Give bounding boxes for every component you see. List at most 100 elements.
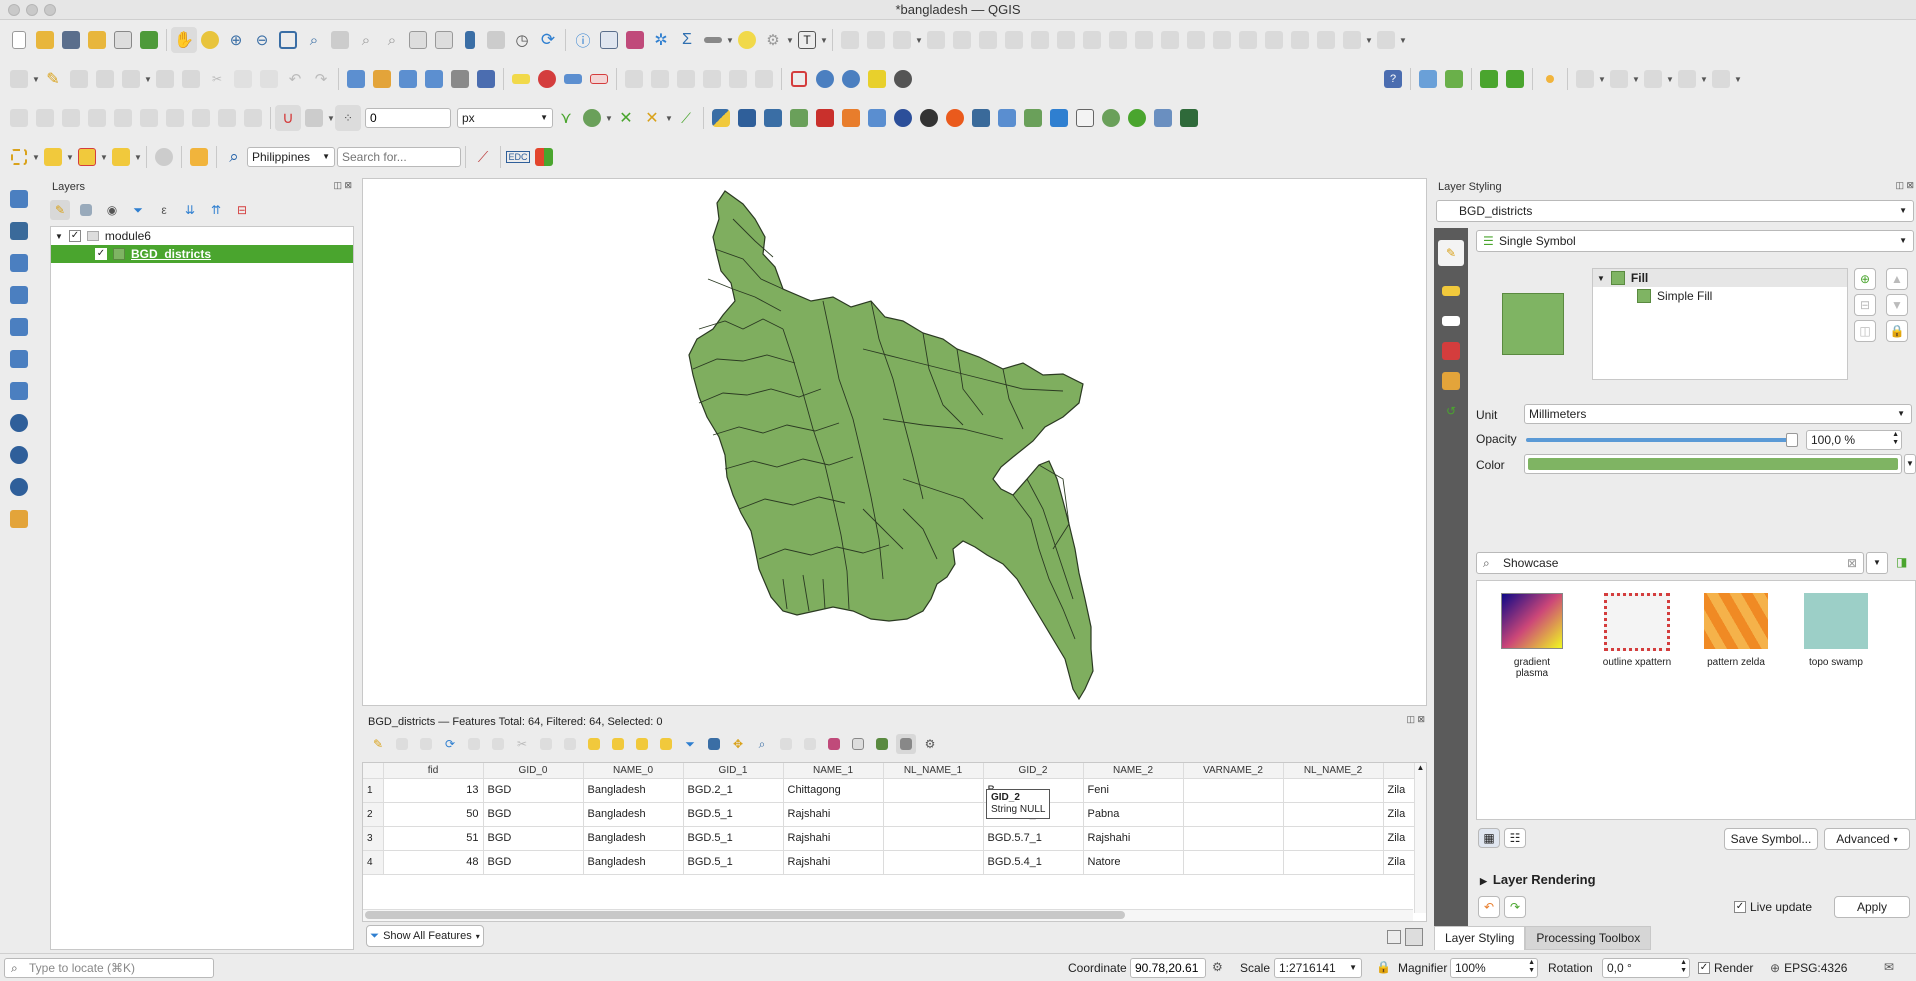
remove-symbol-layer-button[interactable]: ⊟ bbox=[1854, 294, 1876, 316]
locator-search-icon[interactable]: ⌕ bbox=[221, 144, 247, 170]
filter-expression-icon[interactable]: ε bbox=[154, 200, 174, 220]
add-delimited-layer-icon[interactable] bbox=[395, 66, 421, 92]
profile-tool-icon[interactable]: ⟋ bbox=[470, 144, 496, 170]
map-tips-icon[interactable] bbox=[734, 27, 760, 53]
add-spatialite-icon[interactable] bbox=[6, 346, 32, 372]
adv-digitize-3-icon[interactable] bbox=[58, 105, 84, 131]
form-view-icon[interactable] bbox=[1387, 930, 1401, 944]
table-cell[interactable] bbox=[883, 850, 984, 875]
digitize-tool-16-icon[interactable] bbox=[1235, 27, 1261, 53]
digitize-tool-2-icon[interactable] bbox=[863, 27, 889, 53]
paste-table-icon[interactable] bbox=[560, 734, 580, 754]
open-project-icon[interactable] bbox=[32, 27, 58, 53]
digitize-tool-18-icon[interactable] bbox=[1287, 27, 1313, 53]
multi-edit-icon[interactable] bbox=[392, 734, 412, 754]
snap-type-icon[interactable]: ⁘ bbox=[335, 105, 361, 131]
add-mesh-icon[interactable] bbox=[6, 250, 32, 276]
live-update-checkbox[interactable]: ✓ Live update bbox=[1734, 900, 1812, 914]
style-search-input[interactable]: ⌕ Showcase ⊠ bbox=[1476, 552, 1864, 574]
fill-tree-row[interactable]: ▼ Fill bbox=[1593, 269, 1847, 287]
plugin-11-icon[interactable] bbox=[1020, 105, 1046, 131]
table-cell[interactable] bbox=[1283, 778, 1384, 803]
attribute-table-icon[interactable] bbox=[596, 27, 622, 53]
new-3d-view-icon[interactable] bbox=[431, 27, 457, 53]
plugin-ref-icon[interactable] bbox=[942, 105, 968, 131]
table-cell[interactable] bbox=[1283, 802, 1384, 827]
renderer-select[interactable]: ☰ Single Symbol ▼ bbox=[1476, 230, 1914, 252]
digitize-tool-1-icon[interactable] bbox=[837, 27, 863, 53]
clear-search-icon[interactable]: ⊠ bbox=[1847, 553, 1857, 573]
labels-tab-icon[interactable] bbox=[1438, 278, 1464, 304]
table-cell[interactable]: BGD bbox=[483, 802, 584, 827]
zoom-to-selected-icon[interactable]: ⌕ bbox=[752, 734, 772, 754]
digitize-tool-17-icon[interactable] bbox=[1261, 27, 1287, 53]
redo-style-button[interactable]: ↷ bbox=[1504, 896, 1526, 918]
add-wms-layer-icon[interactable] bbox=[421, 66, 447, 92]
table-row[interactable]: 250BGDBangladeshBGD.5_1RajshahiBGD.5.6_1… bbox=[363, 802, 1424, 827]
column-header[interactable]: GID_2 bbox=[983, 763, 1084, 779]
print-layout-icon[interactable] bbox=[110, 27, 136, 53]
text-annotation-icon[interactable]: T bbox=[794, 27, 820, 53]
table-cell[interactable] bbox=[1183, 802, 1284, 827]
locator-input[interactable]: ⌕ Type to locate (⌘K) bbox=[4, 958, 214, 978]
color-button[interactable] bbox=[1524, 454, 1902, 474]
plugin-pca-icon[interactable] bbox=[1072, 105, 1098, 131]
deselect-icon[interactable] bbox=[74, 144, 100, 170]
table-cell[interactable]: Feni bbox=[1083, 778, 1184, 803]
select-by-location-icon[interactable]: ⚙ bbox=[760, 27, 786, 53]
save-edits-table-icon[interactable] bbox=[416, 734, 436, 754]
topological-edit-icon[interactable]: ⋎ bbox=[553, 105, 579, 131]
opacity-slider-handle[interactable] bbox=[1786, 433, 1798, 447]
row-number[interactable]: 2 bbox=[363, 802, 384, 827]
digitize-tool-4-icon[interactable] bbox=[923, 27, 949, 53]
plugin-7-icon[interactable] bbox=[890, 105, 916, 131]
cut-table-icon[interactable]: ✂ bbox=[512, 734, 532, 754]
coordinate-input[interactable] bbox=[1130, 958, 1206, 978]
digitize-tool-13-icon[interactable] bbox=[1157, 27, 1183, 53]
table-cell[interactable]: Rajshahi bbox=[783, 826, 884, 851]
swatch-pattern-zelda[interactable]: pattern zelda bbox=[1699, 593, 1773, 668]
table-vertical-scrollbar[interactable]: ▲ bbox=[1414, 763, 1426, 913]
curve-tool-icon[interactable] bbox=[186, 144, 212, 170]
row-number[interactable]: 1 bbox=[363, 778, 384, 803]
table-cell[interactable]: Chittagong bbox=[783, 778, 884, 803]
save-symbol-button[interactable]: Save Symbol... bbox=[1724, 828, 1818, 850]
snap-tolerance-input[interactable] bbox=[365, 108, 451, 128]
column-header[interactable]: fid bbox=[383, 763, 484, 779]
new-field-icon[interactable] bbox=[776, 734, 796, 754]
layer-row-selected[interactable]: ✓ BGD_districts bbox=[51, 245, 353, 263]
show-hide-labels-icon[interactable] bbox=[586, 66, 612, 92]
layers-panel-close-icon[interactable]: ◫ ⊠ bbox=[333, 180, 352, 191]
edc-icon[interactable]: EDC bbox=[505, 144, 531, 170]
select-all-icon[interactable] bbox=[608, 734, 628, 754]
table-row[interactable]: 4 48 BGD Bangladesh BGD.5_1 Rajshahi BGD.5.4_1… bbox=[363, 850, 1424, 875]
label-disabled-2-icon[interactable] bbox=[647, 66, 673, 92]
digitize-tool-21-icon[interactable] bbox=[1373, 27, 1399, 53]
add-gpx-icon[interactable] bbox=[6, 314, 32, 340]
digitize-tool-12-icon[interactable] bbox=[1131, 27, 1157, 53]
plugin-globe-icon[interactable] bbox=[890, 66, 916, 92]
lock-layer-button[interactable]: 🔒 bbox=[1886, 320, 1908, 342]
plugin-1-icon[interactable] bbox=[734, 105, 760, 131]
zoom-layer-icon[interactable] bbox=[327, 27, 353, 53]
expand-arrow-icon[interactable]: ▼ bbox=[55, 232, 63, 241]
manage-themes-icon[interactable]: ◉ bbox=[102, 200, 122, 220]
icon-view-button[interactable]: ▦ bbox=[1478, 828, 1500, 848]
digitize-tool-6-icon[interactable] bbox=[975, 27, 1001, 53]
scale-select[interactable]: 1:2716141 ▼ bbox=[1274, 958, 1362, 978]
style-manager-icon[interactable] bbox=[136, 27, 162, 53]
filter-select-icon[interactable]: ⏷ bbox=[680, 734, 700, 754]
diagrams-tab-icon[interactable] bbox=[1438, 368, 1464, 394]
table-cell[interactable]: Bangladesh bbox=[583, 826, 684, 851]
table-cell[interactable]: 48 bbox=[383, 850, 484, 875]
label-disabled-5-icon[interactable] bbox=[725, 66, 751, 92]
add-wfs-icon[interactable] bbox=[6, 442, 32, 468]
show-all-features-button[interactable]: ⏷ Show All Features ▾ bbox=[366, 925, 484, 947]
search-input[interactable] bbox=[337, 147, 461, 167]
invert-selection-icon[interactable] bbox=[632, 734, 652, 754]
label-disabled-6-icon[interactable] bbox=[751, 66, 777, 92]
label-tool-icon[interactable] bbox=[508, 66, 534, 92]
delete-field-icon[interactable] bbox=[800, 734, 820, 754]
shape-1-icon[interactable] bbox=[1572, 66, 1598, 92]
open-styling-icon[interactable]: ✎ bbox=[50, 200, 70, 220]
